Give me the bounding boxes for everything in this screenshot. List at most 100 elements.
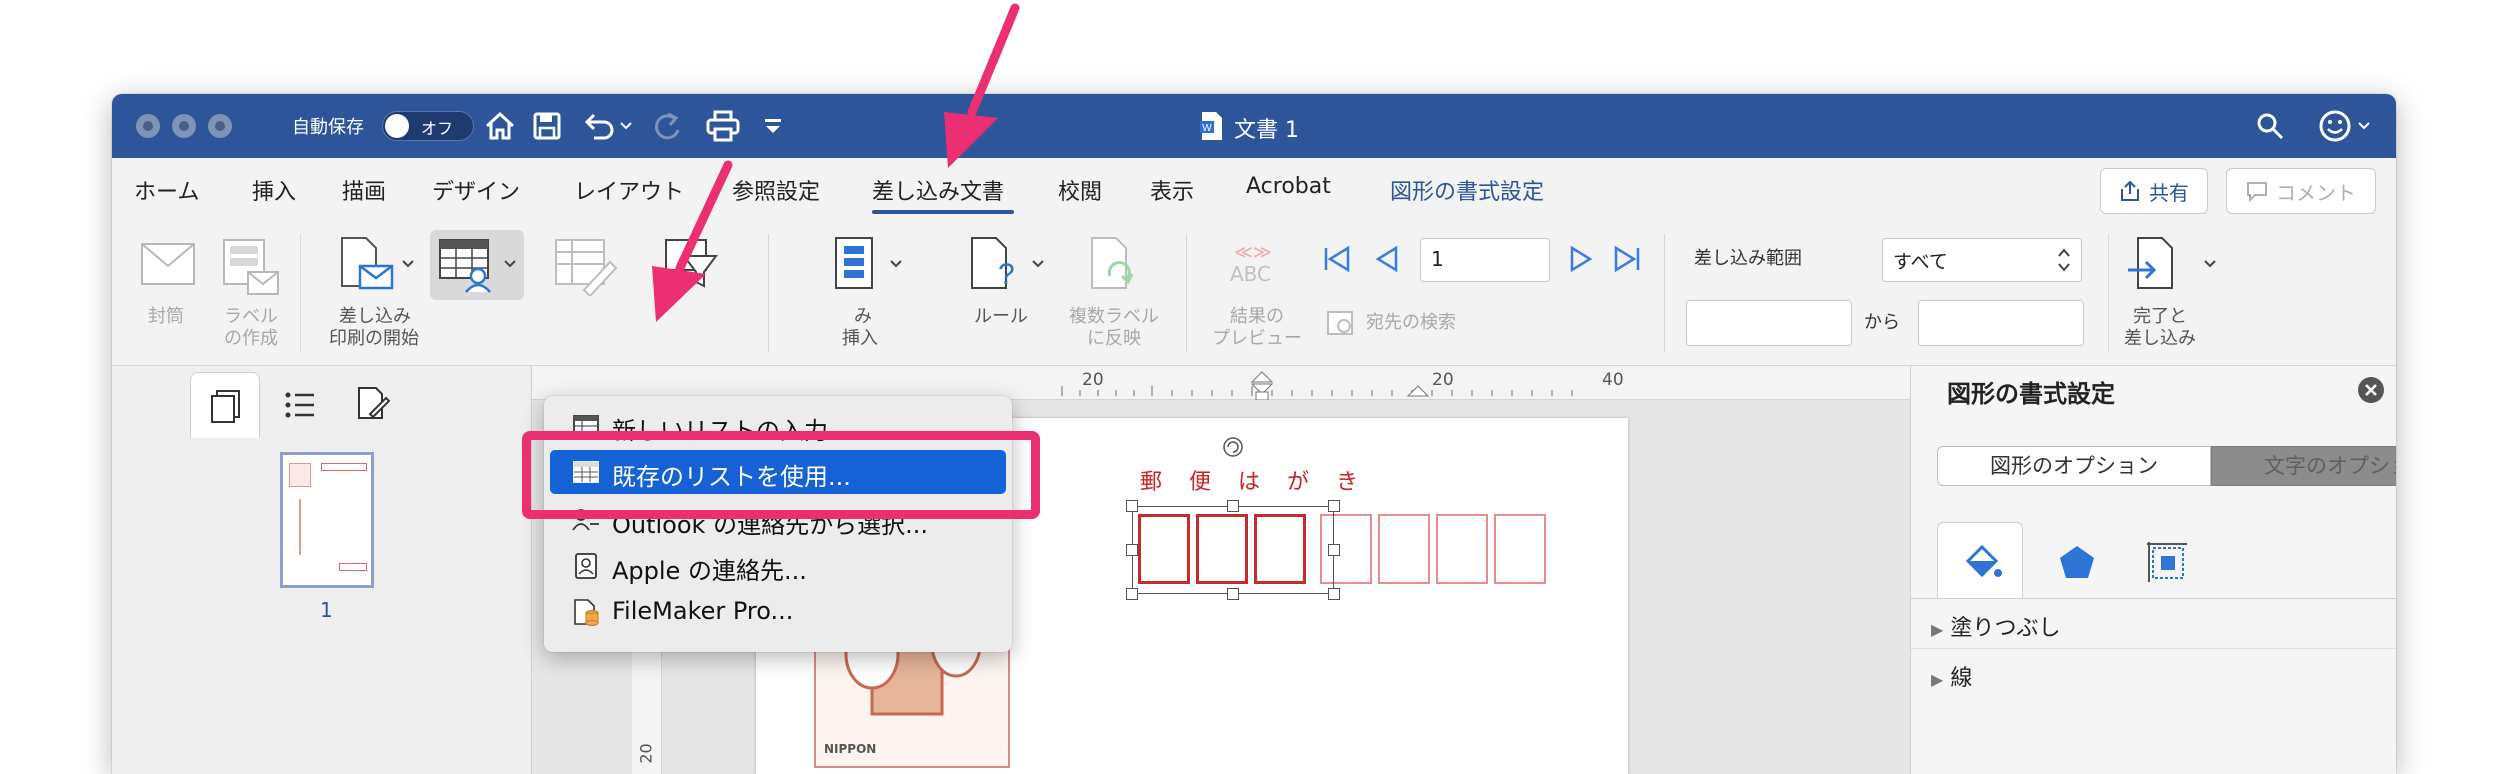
resize-handle-tl[interactable] [1126, 500, 1138, 512]
pane-divider [1911, 648, 2396, 649]
resize-handle-bm[interactable] [1227, 588, 1239, 600]
address-block-icon[interactable] [834, 236, 878, 292]
shape-options-tab[interactable]: 図形のオプション [1937, 446, 2211, 486]
comment-label: コメント [2276, 180, 2356, 205]
ribbon-separator [1664, 234, 1665, 352]
callout-highlight-box [522, 431, 1040, 519]
home-icon[interactable] [484, 110, 516, 142]
customize-toolbar-icon[interactable] [764, 118, 782, 134]
undo-dropdown-icon[interactable] [620, 122, 632, 130]
pane-divider [1911, 598, 2396, 599]
highlight-merge-fields-icon[interactable] [664, 238, 720, 290]
outline-list-icon[interactable] [284, 390, 316, 420]
effects-pentagon-icon[interactable] [2057, 542, 2097, 582]
preview-results-icon[interactable]: ≪≫ ABC [1224, 242, 1288, 288]
search-icon[interactable] [2256, 112, 2284, 140]
zip-box-7[interactable] [1494, 514, 1546, 584]
merge-range-select[interactable]: すべて [1882, 238, 2082, 282]
thumb-address-boxes [339, 563, 367, 571]
tab-insert[interactable]: 挿入 [252, 174, 296, 206]
autosave-label: 自動保存 [292, 117, 364, 138]
comment-button[interactable]: コメント [2226, 168, 2376, 214]
document-edit-icon[interactable] [356, 386, 390, 422]
expand-triangle-icon: ▶ [1931, 620, 1944, 639]
close-pane-icon[interactable] [2357, 376, 2385, 404]
zoom-window-button[interactable] [208, 114, 232, 138]
ruler-label-40: 40 [1602, 370, 1624, 390]
document-title: 文書 1 [1234, 118, 1299, 143]
last-record-icon[interactable] [1612, 244, 1642, 274]
resize-handle-br[interactable] [1328, 588, 1340, 600]
finish-merge-dropdown-icon[interactable] [2204, 260, 2216, 268]
text-options-tab[interactable]: 文字のオプション [2211, 446, 2396, 486]
paint-bucket-icon [1965, 544, 2002, 578]
fill-line-tab[interactable] [1937, 522, 2023, 598]
rules-label: ルール [974, 306, 1028, 327]
thumbnails-tab[interactable] [190, 372, 260, 438]
rules-dropdown-icon[interactable] [1032, 260, 1044, 268]
fill-section[interactable]: ▶ 塗りつぶし [1931, 610, 2061, 642]
resize-handle-tm[interactable] [1227, 500, 1239, 512]
page-thumbnail[interactable] [280, 452, 374, 588]
fill-section-label: 塗りつぶし [1950, 616, 2061, 641]
first-record-icon[interactable] [1322, 244, 1352, 274]
tab-references[interactable]: 参照設定 [732, 174, 820, 206]
zip-box-6[interactable] [1436, 514, 1488, 584]
envelope-icon[interactable] [140, 242, 196, 286]
tab-review[interactable]: 校閲 [1058, 174, 1102, 206]
tab-acrobat[interactable]: Acrobat [1246, 174, 1331, 199]
rotate-handle-icon[interactable] [1222, 436, 1244, 458]
next-record-icon[interactable] [1568, 244, 1594, 274]
edit-recipient-list-icon[interactable] [554, 238, 618, 296]
size-properties-icon[interactable] [2145, 540, 2189, 584]
address-block-dropdown-icon[interactable] [890, 260, 902, 268]
minimize-window-button[interactable] [172, 114, 196, 138]
select-recipients-button[interactable] [430, 230, 524, 300]
previous-record-icon[interactable] [1374, 244, 1400, 274]
tab-design[interactable]: デザイン [432, 174, 520, 206]
start-mail-merge-icon[interactable] [338, 236, 396, 294]
select-recipients-dropdown-icon [504, 260, 516, 268]
undo-icon[interactable] [584, 112, 616, 140]
range-from-input[interactable] [1686, 300, 1852, 346]
autosave-toggle[interactable]: オフ [382, 111, 474, 141]
labels-label-line1: ラベル [224, 306, 278, 327]
account-smiley-icon[interactable] [2318, 109, 2352, 143]
account-dropdown-icon[interactable] [2358, 122, 2370, 130]
start-mail-merge-dropdown-icon[interactable] [402, 260, 414, 268]
tab-home[interactable]: ホーム [134, 174, 199, 206]
shape-selection-frame[interactable] [1132, 506, 1334, 594]
menu-item-filemaker[interactable]: FileMaker Pro... [550, 590, 1006, 634]
tab-draw[interactable]: 描画 [342, 174, 386, 206]
tab-view[interactable]: 表示 [1150, 174, 1194, 206]
tab-layout[interactable]: レイアウト [574, 174, 684, 206]
range-to-input[interactable] [1918, 300, 2084, 346]
find-recipient-icon[interactable] [1326, 310, 1356, 338]
print-icon[interactable] [706, 110, 740, 142]
redo-icon[interactable] [652, 112, 684, 142]
expand-triangle-icon: ▶ [1931, 670, 1944, 689]
share-button[interactable]: 共有 [2100, 168, 2208, 214]
zip-box-5[interactable] [1378, 514, 1430, 584]
menu-item-label: FileMaker Pro... [612, 597, 794, 625]
record-number-input[interactable]: 1 [1420, 238, 1550, 282]
labels-icon[interactable] [220, 238, 280, 296]
menu-item-label: Apple の連絡先... [612, 557, 807, 585]
save-icon[interactable] [532, 111, 562, 141]
resize-handle-bl[interactable] [1126, 588, 1138, 600]
update-labels-icon[interactable] [1088, 236, 1140, 294]
resize-handle-mr[interactable] [1328, 544, 1340, 556]
tab-shape-format[interactable]: 図形の書式設定 [1390, 174, 1544, 206]
thumb-vertical-line [299, 499, 301, 555]
finish-merge-icon[interactable] [2126, 236, 2182, 294]
tab-mailings[interactable]: 差し込み文書 [872, 174, 1004, 206]
line-section[interactable]: ▶ 線 [1931, 660, 1972, 692]
rules-icon[interactable]: ? [968, 236, 1020, 294]
close-window-button[interactable] [136, 114, 160, 138]
resize-handle-tr[interactable] [1328, 500, 1340, 512]
postcard-header: 郵 便 は が き [1140, 470, 1368, 495]
resize-handle-ml[interactable] [1126, 544, 1138, 556]
insert-field-label-line1: み [854, 306, 872, 327]
stepper-icon [2058, 248, 2070, 272]
menu-item-apple-contacts[interactable]: Apple の連絡先... [550, 544, 1006, 588]
